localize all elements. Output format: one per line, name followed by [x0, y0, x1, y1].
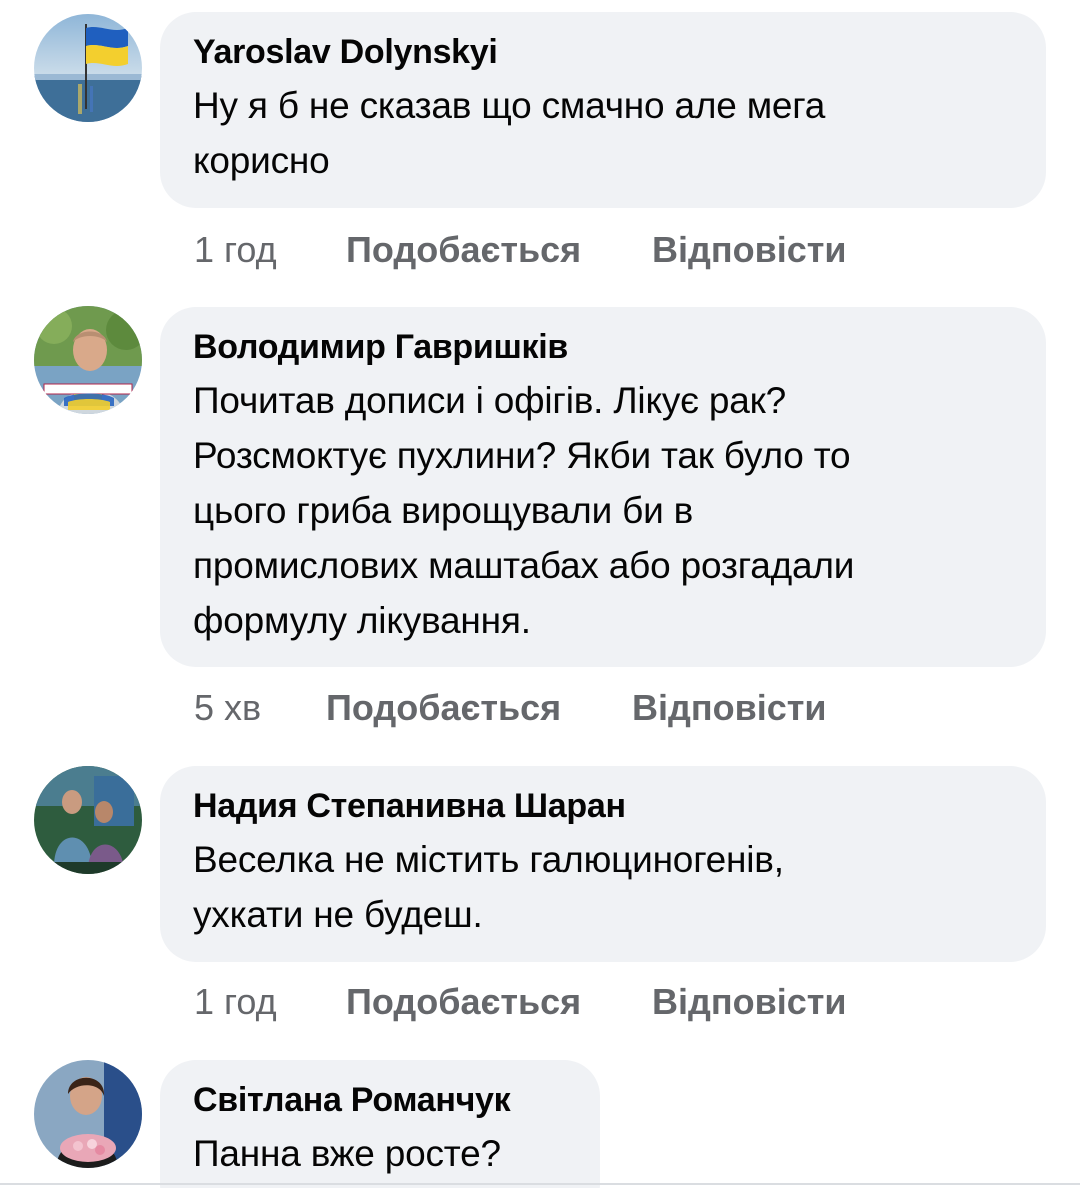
reply-button[interactable]: Відповісти: [652, 980, 847, 1024]
avatar[interactable]: [34, 1060, 142, 1168]
avatar[interactable]: [34, 766, 142, 874]
comment-author[interactable]: Володимир Гавришків: [193, 325, 1013, 369]
comment-author[interactable]: Надия Степанивна Шаран: [193, 784, 1013, 828]
comment-bubble: Надия Степанивна Шаран Веселка не містит…: [160, 766, 1046, 962]
comment-timestamp[interactable]: 5 хв: [194, 686, 326, 730]
comment-author[interactable]: Yaroslav Dolynskyi: [193, 30, 1013, 74]
comment-text: Ну я б не сказав що смачно але мега кори…: [193, 85, 826, 181]
comments-section: Yaroslav Dolynskyi Ну я б не сказав що с…: [0, 0, 1080, 1188]
avatar-image-flag: [34, 14, 142, 122]
comment-text: Веселка не містить галюциногенів, ухкати…: [193, 839, 784, 935]
comment-actions: 5 хв Подобається Відповісти: [194, 686, 827, 730]
bottom-divider: [0, 1183, 1080, 1185]
reply-button[interactable]: Відповісти: [632, 686, 827, 730]
comment-timestamp[interactable]: 1 год: [194, 228, 346, 272]
comment-timestamp[interactable]: 1 год: [194, 980, 346, 1024]
avatar[interactable]: [34, 14, 142, 122]
comment-actions: 1 год Подобається Відповісти: [194, 228, 847, 272]
avatar-image-people: [34, 766, 142, 874]
reply-button[interactable]: Відповісти: [652, 228, 847, 272]
comment-actions: 1 год Подобається Відповісти: [194, 980, 847, 1024]
comment-bubble: Світлана Романчук Панна вже росте?: [160, 1060, 600, 1188]
comment-bubble: Yaroslav Dolynskyi Ну я б не сказав що с…: [160, 12, 1046, 208]
comment-text: Панна вже росте?: [193, 1133, 501, 1174]
avatar[interactable]: [34, 306, 142, 414]
like-button[interactable]: Подобається: [346, 228, 652, 272]
like-button[interactable]: Подобається: [346, 980, 652, 1024]
comment-bubble: Володимир Гавришків Почитав дописи і офі…: [160, 307, 1046, 667]
like-button[interactable]: Подобається: [326, 686, 632, 730]
avatar-image-woman: [34, 1060, 142, 1168]
comment-author[interactable]: Світлана Романчук: [193, 1078, 567, 1122]
comment-text: Почитав дописи і офігів. Лікує рак? Розс…: [193, 380, 855, 641]
avatar-image-person: [34, 306, 142, 414]
